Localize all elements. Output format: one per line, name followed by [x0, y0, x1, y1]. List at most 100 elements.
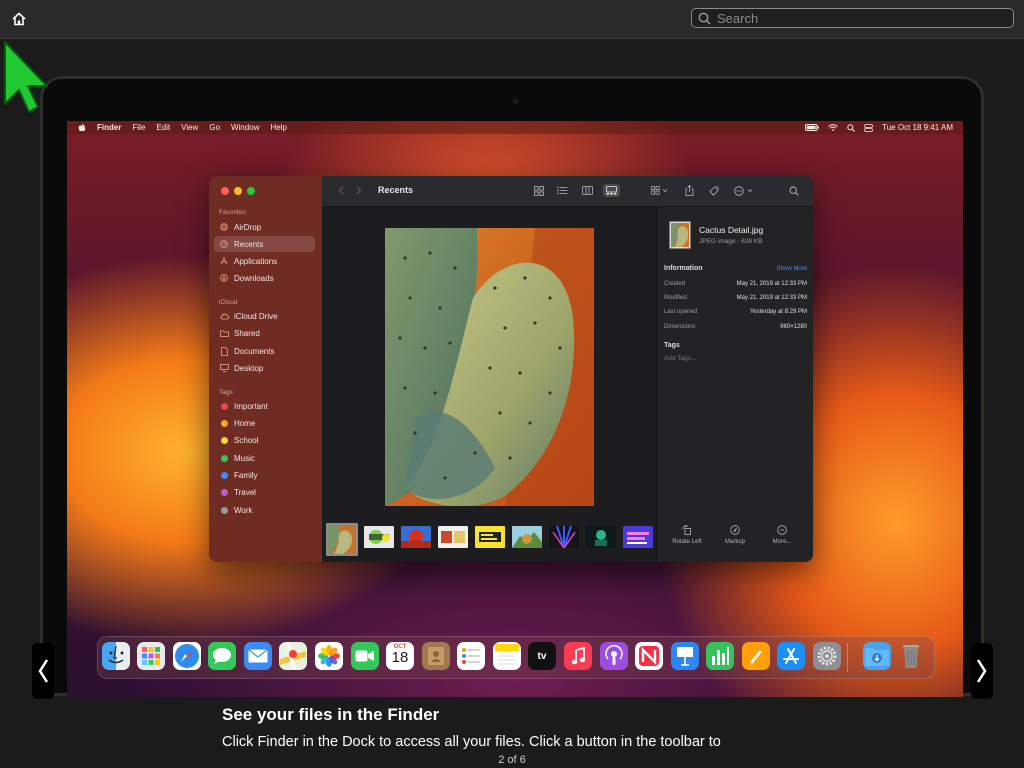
thumbnail-5[interactable]: [475, 526, 505, 548]
wifi-icon[interactable]: [828, 124, 838, 131]
sidebar-tag-home[interactable]: Home: [214, 415, 315, 431]
menu-file[interactable]: File: [132, 123, 145, 132]
dock-downloads-folder[interactable]: [863, 642, 891, 670]
menu-view[interactable]: View: [181, 123, 198, 132]
info-value-dimensions: 960×1280: [780, 324, 807, 330]
thumbnail-3[interactable]: [401, 526, 431, 548]
minimize-window-button[interactable]: [234, 187, 242, 195]
dock-apple-tv[interactable]: tv: [528, 642, 556, 670]
sidebar-tag-school[interactable]: School: [214, 432, 315, 448]
dock-trash[interactable]: [897, 642, 925, 670]
sidebar-tag-important[interactable]: Important: [214, 398, 315, 414]
battery-icon[interactable]: [805, 124, 819, 131]
notes-icon: [495, 644, 519, 665]
forward-button[interactable]: [352, 184, 366, 197]
sidebar-tag-work[interactable]: Work: [214, 502, 315, 518]
dock-facetime[interactable]: [351, 642, 379, 670]
column-view-button[interactable]: [580, 184, 594, 197]
list-icon: [556, 186, 567, 195]
thumbnail-2[interactable]: [364, 526, 394, 548]
sidebar-item-shared[interactable]: Shared: [214, 325, 315, 341]
dock-news[interactable]: [635, 642, 663, 670]
search-button[interactable]: [787, 184, 801, 197]
list-view-button[interactable]: [555, 184, 569, 197]
thumbnail-4[interactable]: [438, 526, 468, 548]
sidebar-item-recents[interactable]: Recents: [214, 236, 315, 252]
thumbnail-image: [549, 526, 579, 548]
menu-go[interactable]: Go: [209, 123, 220, 132]
sidebar-item-label: School: [234, 435, 259, 445]
dock-finder[interactable]: [102, 642, 130, 670]
dock-music[interactable]: [564, 642, 592, 670]
dock-system-settings[interactable]: [813, 642, 841, 670]
rotate-left-button[interactable]: Rotate Left: [665, 525, 709, 545]
shared-folder-icon: [219, 330, 229, 337]
group-by-menu-button[interactable]: [649, 184, 671, 197]
sidebar-item-applications[interactable]: Applications: [214, 253, 315, 269]
dock-podcasts[interactable]: [600, 642, 628, 670]
menu-bar: Finder File Edit View Go Window Help Tue…: [67, 121, 963, 134]
dock-contacts[interactable]: [422, 642, 450, 670]
menu-edit[interactable]: Edit: [156, 123, 170, 132]
add-tags-input[interactable]: [664, 355, 794, 362]
dock-maps[interactable]: [279, 642, 307, 670]
gallery-preview-image[interactable]: [385, 228, 594, 506]
dock-notes[interactable]: [493, 642, 521, 670]
previous-slide-button[interactable]: [32, 643, 54, 699]
action-menu-button[interactable]: [733, 184, 757, 197]
control-center-icon[interactable]: [864, 123, 874, 132]
dock-reminders[interactable]: [457, 642, 485, 670]
icon-view-button[interactable]: [532, 184, 546, 197]
dock-pages[interactable]: [742, 642, 770, 670]
gallery-view-button[interactable]: [603, 184, 620, 197]
chat-bubble-icon: [213, 648, 231, 664]
sidebar-item-documents[interactable]: Documents: [214, 343, 315, 359]
more-button[interactable]: More...: [760, 525, 804, 545]
sidebar-item-downloads[interactable]: Downloads: [214, 270, 315, 286]
menu-finder[interactable]: Finder: [97, 123, 121, 132]
apple-logo-icon[interactable]: [78, 123, 86, 132]
dock-launchpad[interactable]: [137, 642, 165, 670]
search-field[interactable]: [691, 8, 1014, 28]
sidebar-item-airdrop[interactable]: AirDrop: [214, 219, 315, 235]
chevron-left-icon: [338, 186, 344, 195]
spotlight-search-icon[interactable]: [847, 123, 856, 132]
tag-button[interactable]: [707, 184, 721, 197]
sidebar-item-icloud-drive[interactable]: iCloud Drive: [214, 308, 315, 324]
dock-photos[interactable]: [315, 642, 343, 670]
menu-help[interactable]: Help: [270, 123, 286, 132]
dock-app-store[interactable]: [777, 642, 805, 670]
markup-button[interactable]: Markup: [713, 525, 757, 545]
thumbnail-cactus-selected[interactable]: [326, 523, 358, 556]
home-button[interactable]: [8, 8, 30, 30]
sidebar-tag-family[interactable]: Family: [214, 467, 315, 483]
menu-bar-clock[interactable]: Tue Oct 18 9:41 AM: [882, 123, 953, 132]
zoom-window-button[interactable]: [247, 187, 255, 195]
dock-mail[interactable]: [244, 642, 272, 670]
search-input[interactable]: [711, 10, 1013, 26]
house-icon: [12, 12, 26, 26]
sidebar-tag-travel[interactable]: Travel: [214, 484, 315, 500]
thumbnail-image: [623, 526, 653, 548]
search-icon: [698, 12, 711, 25]
dock-keynote[interactable]: [671, 642, 699, 670]
thumbnail-8[interactable]: [586, 526, 616, 548]
thumbnail-9[interactable]: [623, 526, 653, 548]
chevron-left-icon: [38, 659, 49, 683]
show-more-link[interactable]: Show More: [777, 266, 807, 272]
close-window-button[interactable]: [221, 187, 229, 195]
thumbnail-7[interactable]: [549, 526, 579, 548]
dock-numbers[interactable]: [706, 642, 734, 670]
sidebar-tag-music[interactable]: Music: [214, 450, 315, 466]
dock-calendar[interactable]: OCT 18: [386, 642, 414, 670]
back-button[interactable]: [334, 184, 348, 197]
page-indicator: 2 of 6: [498, 754, 526, 766]
sidebar-item-desktop[interactable]: Desktop: [214, 360, 315, 376]
ellipsis-circle-icon: [777, 525, 787, 535]
thumbnail-6[interactable]: [512, 526, 542, 548]
dock-messages[interactable]: [208, 642, 236, 670]
dock-safari[interactable]: [173, 642, 201, 670]
share-button[interactable]: [682, 184, 696, 197]
menu-window[interactable]: Window: [231, 123, 259, 132]
next-slide-button[interactable]: [971, 643, 993, 699]
